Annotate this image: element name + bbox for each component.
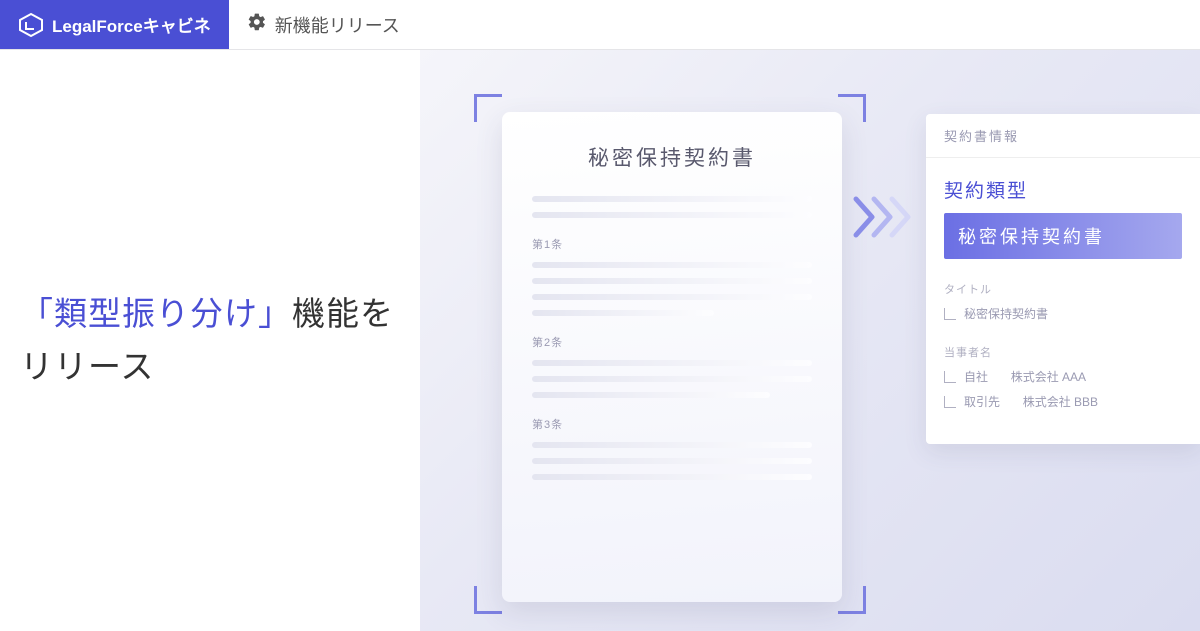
left-panel: 「類型振り分け」機能を リリース bbox=[0, 50, 420, 631]
extract-icon bbox=[944, 308, 956, 320]
scan-corner-tl bbox=[474, 94, 502, 122]
header: LegalForceキャビネ 新機能リリース bbox=[0, 0, 1200, 50]
info-title-value: 秘密保持契約書 bbox=[944, 305, 1182, 322]
doc-line bbox=[532, 360, 812, 366]
info-title-label: タイトル bbox=[944, 281, 1182, 297]
info-party-row: 取引先 株式会社 BBB bbox=[944, 393, 1182, 410]
logo-text: LegalForceキャビネ bbox=[52, 12, 211, 37]
doc-section-label: 第1条 bbox=[532, 236, 812, 252]
scan-corner-tr bbox=[838, 94, 866, 122]
nav-label: 新機能リリース bbox=[275, 12, 400, 38]
doc-line bbox=[532, 310, 714, 316]
doc-section-label: 第2条 bbox=[532, 334, 812, 350]
info-party-label: 当事者名 bbox=[944, 344, 1182, 360]
doc-line bbox=[532, 294, 812, 300]
headline: 「類型振り分け」機能を リリース bbox=[20, 288, 400, 394]
arrow-icon bbox=[852, 195, 912, 239]
illustration-panel: 秘密保持契約書 第1条 第2条 第3条 契約書情報 bbox=[420, 50, 1200, 631]
contract-info-card: 契約書情報 契約類型 秘密保持契約書 タイトル 秘密保持契約書 当事者名 自社 … bbox=[926, 114, 1200, 444]
doc-line bbox=[532, 458, 812, 464]
gear-icon bbox=[247, 12, 267, 37]
main: 「類型振り分け」機能を リリース 秘密保持契約書 第1条 第2条 第3条 bbox=[0, 50, 1200, 631]
info-party-row: 自社 株式会社 AAA bbox=[944, 368, 1182, 385]
scan-corner-bl bbox=[474, 586, 502, 614]
contract-type-pill: 秘密保持契約書 bbox=[944, 213, 1182, 259]
info-header: 契約書情報 bbox=[926, 114, 1200, 158]
document-preview: 秘密保持契約書 第1条 第2条 第3条 bbox=[502, 112, 842, 602]
doc-line bbox=[532, 196, 812, 202]
doc-line bbox=[532, 262, 812, 268]
doc-section-label: 第3条 bbox=[532, 416, 812, 432]
doc-line bbox=[532, 376, 812, 382]
logo[interactable]: LegalForceキャビネ bbox=[0, 0, 229, 49]
document-title: 秘密保持契約書 bbox=[532, 142, 812, 172]
doc-line bbox=[532, 212, 812, 218]
extract-icon bbox=[944, 371, 956, 383]
doc-line bbox=[532, 442, 812, 448]
scan-corner-br bbox=[838, 586, 866, 614]
logo-icon bbox=[18, 12, 44, 38]
doc-line bbox=[532, 278, 812, 284]
nav-new-features[interactable]: 新機能リリース bbox=[229, 0, 418, 49]
doc-line bbox=[532, 474, 812, 480]
extract-icon bbox=[944, 396, 956, 408]
info-type-label: 契約類型 bbox=[944, 176, 1182, 203]
doc-line bbox=[532, 392, 770, 398]
